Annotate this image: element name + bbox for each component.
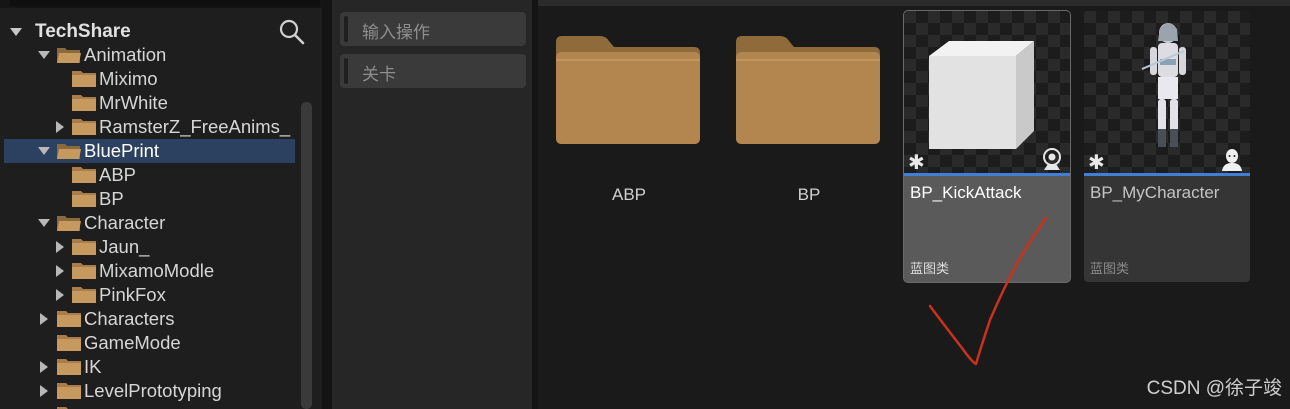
folder-label: BP (797, 185, 821, 204)
tree-item-label: MrWhite (99, 92, 168, 113)
asset-type: 蓝图类 (910, 261, 950, 276)
folder-label: ABP (611, 185, 647, 204)
watermark-text: CSDN @徐子竣 (1146, 378, 1282, 399)
asset-card-bp-kickattack[interactable]: ✱ BP_KickAttack 蓝图类 (904, 11, 1070, 282)
folder-icon (72, 287, 96, 303)
mid-item-label: 输入操作 (362, 23, 430, 42)
chevron-down-icon[interactable] (38, 51, 50, 59)
tree-item-gamemode[interactable]: GameMode (0, 331, 295, 355)
folder-icon (57, 359, 81, 375)
tree-item-label: BP (99, 188, 124, 209)
chevron-right-icon[interactable] (56, 241, 64, 253)
folder-icon (57, 383, 81, 399)
tree-item-ramsterz[interactable]: RamsterZ_FreeAnims_ (0, 115, 295, 139)
tree-item-mixamomodle[interactable]: MixamoModle (0, 259, 295, 283)
asset-card-bp-mycharacter[interactable]: ✱ BP_MyCharacter 蓝图类 (1084, 11, 1250, 282)
tree-item-label: Characters (84, 308, 175, 329)
content-browser: ABP BP ✱ BP_KickAttack 蓝图类 ✱ BP_MyCharac… (538, 0, 1290, 409)
tree-item-label: BluePrint (84, 140, 160, 161)
mid-item-input-actions[interactable]: 输入操作 (340, 12, 526, 46)
chevron-right-icon[interactable] (40, 361, 48, 373)
folder-open-icon (57, 216, 81, 231)
tree-top-bar (0, 0, 322, 8)
tree-item-label: GameMode (84, 332, 181, 353)
asset-name: BP_MyCharacter (1090, 183, 1220, 202)
tree-item-label: LevelPrototyping (84, 380, 222, 401)
folder-open-icon (57, 48, 81, 63)
folder-open-icon (57, 144, 81, 159)
chevron-down-icon[interactable] (38, 147, 50, 155)
folder-icon (736, 36, 880, 144)
tree-scrollbar[interactable] (301, 102, 312, 409)
tree-item-jaun[interactable]: Jaun_ (0, 235, 295, 259)
asset-name: BP_KickAttack (910, 183, 1022, 202)
tree-item-levelprototyping[interactable]: LevelPrototyping (0, 379, 295, 403)
folder-tile-abp[interactable]: ABP (554, 30, 704, 220)
tree-item-blueprint[interactable]: BluePrint (4, 139, 295, 163)
panel-splitter[interactable] (322, 0, 332, 409)
folder-icon (72, 95, 96, 111)
tree-item-abp[interactable]: ABP (0, 163, 295, 187)
tree-item-characters[interactable]: Characters (0, 307, 295, 331)
asset-type: 蓝图类 (1090, 261, 1130, 276)
tree-item-ik[interactable]: IK (0, 355, 295, 379)
folder-icon (72, 167, 96, 183)
folder-tile-bp[interactable]: BP (734, 30, 884, 220)
tree-item-character[interactable]: Character (0, 211, 295, 235)
tree-item-label: Character (84, 212, 166, 233)
tree-root-label: TechShare (35, 21, 131, 42)
tree-item-pinkfox[interactable]: PinkFox (0, 283, 295, 307)
tree-item-partial[interactable] (0, 403, 295, 409)
mid-item-levels[interactable]: 关卡 (340, 54, 526, 88)
search-icon[interactable] (278, 18, 306, 46)
folder-icon (72, 263, 96, 279)
mid-item-label: 关卡 (362, 65, 396, 84)
collections-panel: 输入操作 关卡 (332, 0, 532, 409)
tree-item-label: ABP (99, 164, 137, 185)
tree-root[interactable]: TechShare (0, 18, 322, 46)
tree-item-label: PinkFox (99, 284, 166, 305)
camera-icon (1043, 148, 1061, 170)
folder-icon (72, 71, 96, 87)
tree-item-label: Jaun_ (99, 236, 150, 257)
chevron-right-icon[interactable] (56, 289, 64, 301)
tree-item-label: IK (84, 356, 102, 377)
chevron-right-icon[interactable] (56, 121, 64, 133)
tree-item-label: RamsterZ_FreeAnims_ (99, 116, 291, 137)
folder-icon (57, 335, 81, 351)
chevron-right-icon[interactable] (56, 265, 64, 277)
folder-icon (556, 36, 700, 144)
asset-star-icon: ✱ (908, 152, 925, 174)
folder-icon (57, 311, 81, 327)
tree-item-label: Miximo (99, 68, 158, 89)
chevron-right-icon[interactable] (40, 313, 48, 325)
tree-item-animation[interactable]: Animation (0, 43, 295, 67)
folder-tree-panel: TechShare Animation Miximo MrWhite Ramst… (0, 0, 322, 409)
tree-item-label: MixamoModle (99, 260, 215, 281)
tree-item-label: Animation (84, 44, 167, 65)
chevron-down-icon[interactable] (10, 28, 22, 36)
content-top-bar (538, 0, 1290, 6)
chevron-right-icon[interactable] (40, 385, 48, 397)
tree-item-bp[interactable]: BP (0, 187, 295, 211)
folder-icon (72, 191, 96, 207)
person-icon (1222, 149, 1242, 171)
asset-star-icon: ✱ (1088, 152, 1105, 174)
tree-item-miximo[interactable]: Miximo (0, 67, 295, 91)
folder-icon (72, 119, 96, 135)
chevron-down-icon[interactable] (38, 219, 50, 227)
folder-icon (72, 239, 96, 255)
tree-item-mrwhite[interactable]: MrWhite (0, 91, 295, 115)
